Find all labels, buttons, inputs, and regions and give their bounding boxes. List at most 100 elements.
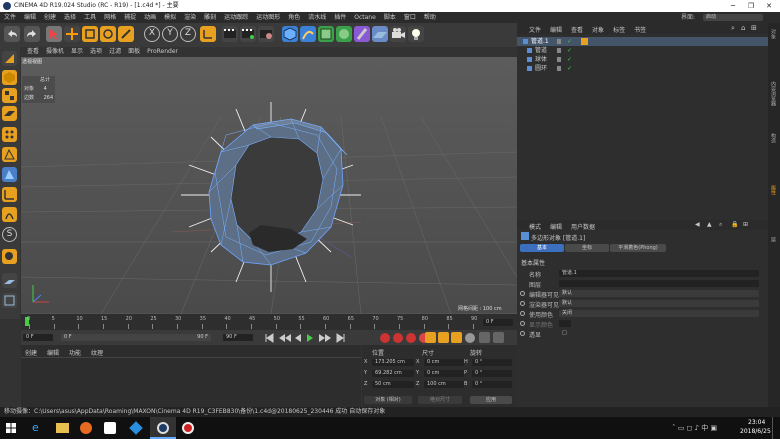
- object-name[interactable]: 管道: [535, 46, 547, 55]
- make-editable-icon[interactable]: [2, 51, 17, 66]
- field-value[interactable]: [559, 280, 759, 287]
- frame-range-slider[interactable]: 0 F 90 F: [61, 334, 211, 341]
- coord-rot-field[interactable]: 0 °: [472, 359, 512, 366]
- enable-axis-icon[interactable]: [2, 187, 17, 202]
- texture-mode-icon[interactable]: [2, 88, 17, 103]
- menu-item[interactable]: 运动跟踪: [224, 14, 248, 21]
- timeline-end-field[interactable]: 0 F: [483, 319, 513, 326]
- start-icon[interactable]: [6, 423, 16, 435]
- cube-object-icon[interactable]: [282, 26, 298, 42]
- visibility-icon[interactable]: [557, 48, 561, 53]
- visibility-icon[interactable]: [557, 66, 561, 71]
- object-name[interactable]: 圆环: [535, 64, 547, 73]
- tab-coordinates[interactable]: 坐标: [565, 244, 609, 252]
- scene-canvas[interactable]: [21, 57, 517, 314]
- coord-pos-field[interactable]: 173.205 cm: [372, 359, 414, 366]
- menu-item[interactable]: 捕捉: [124, 14, 136, 21]
- edges-mode-icon[interactable]: [2, 147, 17, 162]
- viewport-tab[interactable]: ProRender: [147, 48, 178, 55]
- field-value[interactable]: □: [559, 330, 569, 337]
- model-mode-icon[interactable]: [2, 70, 17, 85]
- object-tab[interactable]: 标签: [613, 27, 625, 34]
- object-tab[interactable]: 对象: [592, 27, 604, 34]
- coord-size-field[interactable]: 0 cm: [424, 370, 464, 377]
- object-row[interactable]: 球体 ✓: [517, 55, 768, 64]
- menu-item[interactable]: 动画: [144, 14, 156, 21]
- workplane-mode-icon[interactable]: [2, 106, 17, 121]
- render-to-picture-viewer-icon[interactable]: [240, 26, 256, 42]
- tab-phong[interactable]: 平滑着色(Phong): [610, 244, 666, 252]
- search-icon[interactable]: ⌕: [731, 24, 735, 33]
- viewport-tab[interactable]: 过滤: [109, 48, 121, 55]
- x-axis-lock-icon[interactable]: X: [144, 26, 160, 42]
- locked-workplane-icon[interactable]: [2, 273, 17, 288]
- right-tab[interactable]: 内容浏览器: [770, 81, 777, 106]
- home-icon[interactable]: ⌂: [741, 24, 745, 32]
- menu-item[interactable]: 脚本: [384, 14, 396, 21]
- render-settings-icon[interactable]: [258, 26, 274, 42]
- new-attr-view-icon[interactable]: ⊞: [743, 221, 748, 228]
- cinema4d-task-icon[interactable]: [150, 417, 176, 439]
- layout-select[interactable]: 启动: [703, 14, 763, 21]
- close-button[interactable]: ✕: [760, 0, 778, 12]
- coord-rot-field[interactable]: 0 °: [472, 381, 512, 388]
- right-tab[interactable]: 层: [770, 237, 777, 242]
- object-name[interactable]: 球体: [535, 55, 547, 64]
- object-tab[interactable]: 编辑: [550, 27, 562, 34]
- object-tab[interactable]: 查看: [571, 27, 583, 34]
- lock-icon[interactable]: 🔒: [731, 221, 738, 228]
- floor-object-icon[interactable]: [372, 26, 388, 42]
- object-row[interactable]: 管道 ✓: [517, 46, 768, 55]
- field-radio[interactable]: [520, 321, 525, 326]
- field-radio[interactable]: [520, 291, 525, 296]
- tab-basic[interactable]: 基本: [520, 244, 564, 252]
- show-desktop-button[interactable]: [772, 417, 780, 439]
- material-tag-icon[interactable]: [581, 38, 588, 45]
- field-radio[interactable]: [520, 311, 525, 316]
- recorder-icon[interactable]: [182, 422, 194, 434]
- check-icon[interactable]: ✓: [567, 46, 572, 55]
- minimize-button[interactable]: ─: [724, 0, 742, 12]
- menu-item[interactable]: 模拟: [164, 14, 176, 21]
- menu-item[interactable]: Octane: [354, 14, 376, 21]
- snap-icon[interactable]: S: [2, 227, 17, 242]
- menu-item[interactable]: 编辑: [24, 14, 36, 21]
- attribute-tab[interactable]: 用户数据: [571, 224, 595, 231]
- menu-item[interactable]: 窗口: [404, 14, 416, 21]
- recent-tools-icon[interactable]: [118, 26, 134, 42]
- start-frame-field[interactable]: 0 F: [23, 334, 53, 341]
- material-tab[interactable]: 编辑: [47, 350, 59, 357]
- file-explorer-icon[interactable]: [56, 423, 69, 433]
- check-icon[interactable]: ✓: [567, 55, 572, 64]
- right-tab[interactable]: 属性: [770, 185, 777, 195]
- light-object-icon[interactable]: [408, 26, 424, 42]
- object-row[interactable]: 管道.1 ✓: [517, 37, 768, 46]
- scale-tool-icon[interactable]: [82, 26, 98, 42]
- viewport-tab[interactable]: 摄像机: [46, 48, 64, 55]
- search-attr-icon[interactable]: ⌕: [719, 221, 722, 229]
- coord-pos-field[interactable]: 50 cm: [372, 381, 414, 388]
- word-icon[interactable]: [104, 422, 116, 434]
- field-radio[interactable]: [520, 331, 525, 336]
- menu-item[interactable]: 运动图形: [256, 14, 280, 21]
- menu-item[interactable]: 帮助: [424, 14, 436, 21]
- move-tool-icon[interactable]: [64, 26, 80, 42]
- viewport-tab[interactable]: 显示: [71, 48, 83, 55]
- planar-workplane-icon[interactable]: [2, 293, 17, 308]
- coordinate-system-icon[interactable]: [200, 26, 216, 42]
- coord-pos-field[interactable]: 69.282 cm: [372, 370, 414, 377]
- coordinate-mode-select[interactable]: 对象 (相对): [364, 396, 412, 404]
- material-tab[interactable]: 创建: [25, 350, 37, 357]
- object-tab[interactable]: 书签: [634, 27, 646, 34]
- field-radio[interactable]: [520, 301, 525, 306]
- redo-icon[interactable]: [24, 26, 40, 42]
- size-mode-select[interactable]: 绝对尺寸: [418, 396, 462, 404]
- points-mode-icon[interactable]: [2, 127, 17, 142]
- edge-icon[interactable]: e: [32, 422, 44, 434]
- viewport-3d[interactable]: [21, 57, 517, 314]
- field-value[interactable]: 默认: [559, 300, 759, 307]
- app-icon[interactable]: [129, 421, 143, 435]
- camera-object-icon[interactable]: [390, 26, 406, 42]
- right-tab[interactable]: 对象: [770, 29, 777, 39]
- field-value[interactable]: 管道.1: [559, 270, 759, 277]
